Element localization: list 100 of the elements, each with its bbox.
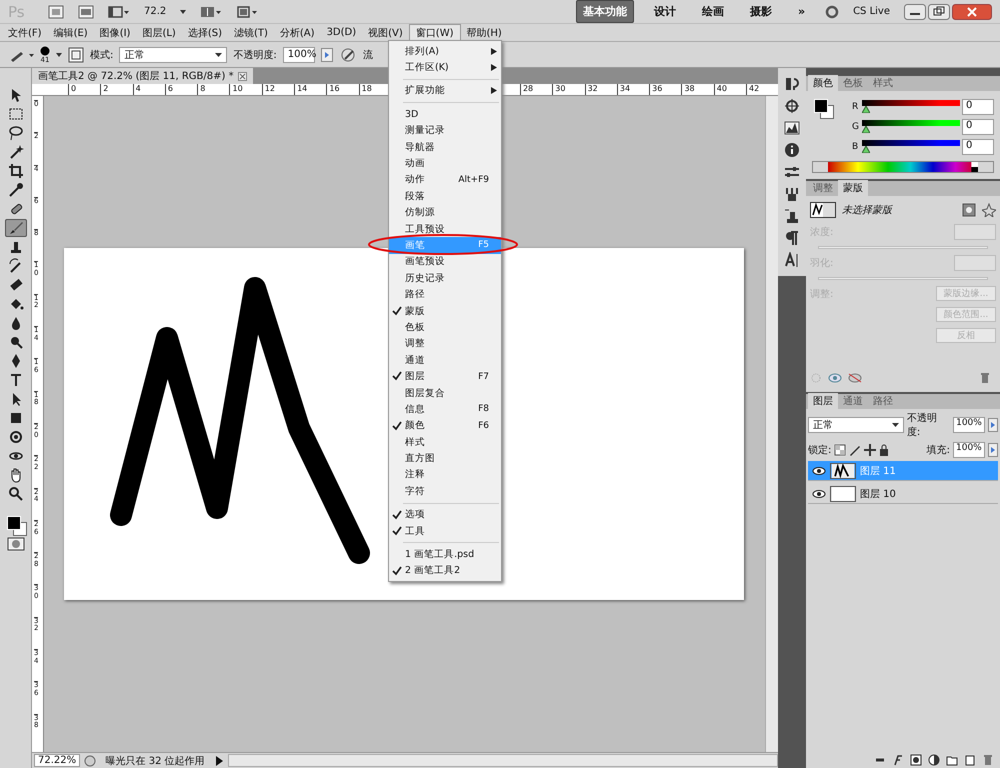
- fx-icon[interactable]: [892, 754, 904, 766]
- menu-entry[interactable]: 直方图: [389, 450, 501, 467]
- restore-icon[interactable]: [928, 4, 950, 20]
- play-icon[interactable]: [214, 754, 224, 766]
- color-slider[interactable]: [862, 140, 960, 154]
- magic-wand-icon[interactable]: [8, 144, 24, 160]
- fill-field[interactable]: 100%: [953, 442, 985, 458]
- menu-entry[interactable]: 调整: [389, 336, 501, 352]
- layer-row[interactable]: 图层 10: [808, 484, 998, 504]
- menu-entry[interactable]: 色板: [389, 319, 501, 336]
- color-slider[interactable]: [862, 100, 960, 114]
- menu-entry[interactable]: 动画: [389, 155, 501, 172]
- menu-entry[interactable]: 通道: [389, 352, 501, 368]
- eyedropper-icon[interactable]: [8, 182, 24, 198]
- menu-entry[interactable]: 工具: [389, 522, 501, 540]
- panel-tab[interactable]: 调整: [808, 180, 838, 196]
- arrow-right-icon[interactable]: [320, 48, 333, 62]
- menu-item[interactable]: 视图(V): [362, 24, 409, 40]
- cs-live-menu[interactable]: CS Live: [853, 6, 890, 17]
- trash-icon[interactable]: [982, 754, 994, 766]
- pixel-mask-icon[interactable]: [962, 203, 976, 217]
- more-workspaces-button[interactable]: »: [792, 2, 812, 21]
- eye-icon[interactable]: [812, 466, 826, 476]
- slider-thumb[interactable]: [862, 106, 870, 113]
- menu-item[interactable]: 编辑(E): [48, 24, 94, 40]
- panel-tab[interactable]: 样式: [868, 75, 898, 91]
- screen-mode-icon[interactable]: [236, 4, 258, 18]
- menu-item[interactable]: 滤镜(T): [228, 24, 274, 40]
- eraser-icon[interactable]: [8, 277, 24, 293]
- pilcrow-icon[interactable]: [784, 230, 800, 246]
- workspace-button[interactable]: 设计: [648, 1, 682, 22]
- menu-entry[interactable]: 颜色 F6: [389, 418, 501, 434]
- value-field[interactable]: [954, 224, 996, 240]
- panel-tab[interactable]: 色板: [838, 75, 868, 91]
- menu-entry[interactable]: 测量记录: [389, 122, 501, 139]
- eye-icon[interactable]: [812, 488, 826, 498]
- marquee-tool-icon[interactable]: [8, 106, 24, 122]
- lock-brush-icon[interactable]: [849, 444, 862, 456]
- menu-entry[interactable]: 图层复合: [389, 384, 501, 402]
- panel-tab[interactable]: 颜色: [808, 75, 838, 91]
- minimize-icon[interactable]: [904, 4, 926, 20]
- info-icon[interactable]: [784, 142, 800, 158]
- menu-entry[interactable]: 工具预设: [389, 220, 501, 238]
- trash-icon[interactable]: [980, 372, 990, 384]
- zoom-tool-icon[interactable]: [8, 486, 24, 502]
- brush-tip-icon[interactable]: [40, 46, 50, 56]
- close-icon[interactable]: [952, 4, 992, 20]
- menu-entry[interactable]: 扩展功能: [389, 82, 501, 100]
- panel-tab[interactable]: 蒙版: [838, 180, 868, 196]
- view-extras-icon[interactable]: [108, 4, 130, 18]
- channel-value-field[interactable]: 0: [962, 139, 994, 155]
- menu-item[interactable]: 分析(A): [274, 24, 321, 40]
- menu-entry[interactable]: 工作区(K): [389, 59, 501, 76]
- menu-entry[interactable]: 段落: [389, 188, 501, 205]
- workspace-button[interactable]: 摄影: [744, 1, 778, 22]
- caret-icon[interactable]: [56, 52, 62, 56]
- menu-entry[interactable]: 历史记录: [389, 270, 501, 286]
- menu-entry[interactable]: 图层 F7: [389, 368, 501, 385]
- brush-panel-icon[interactable]: [68, 46, 84, 62]
- menu-entry[interactable]: 画笔预设: [389, 254, 501, 270]
- color-spectrum[interactable]: [812, 161, 994, 173]
- sliders-icon[interactable]: [784, 164, 800, 180]
- lock-transparency-icon[interactable]: [834, 444, 846, 456]
- caret-icon[interactable]: [892, 423, 899, 427]
- preview-icon[interactable]: [84, 754, 96, 766]
- document-tab[interactable]: 画笔工具2 @ 72.2% (图层 11, RGB/8#) *: [32, 68, 253, 84]
- workspace-button[interactable]: 基本功能: [576, 0, 634, 23]
- adjustment-icon[interactable]: [928, 754, 940, 766]
- slider-thumb[interactable]: [862, 126, 870, 133]
- menu-item[interactable]: 帮助(H): [460, 24, 508, 40]
- zoom-field[interactable]: 72.22%: [34, 754, 80, 767]
- arrow-right-icon[interactable]: [988, 418, 998, 432]
- value-field[interactable]: [954, 255, 996, 271]
- rotate-3d-icon[interactable]: [8, 429, 24, 445]
- menu-item[interactable]: 选择(S): [182, 24, 228, 40]
- panel-tab[interactable]: 通道: [838, 393, 868, 409]
- bridge-icon[interactable]: [48, 4, 64, 18]
- menu-entry[interactable]: 2 画笔工具2: [389, 562, 501, 580]
- menu-entry[interactable]: 路径: [389, 286, 501, 303]
- blend-mode-dropdown[interactable]: 正常: [808, 417, 904, 433]
- folder-icon[interactable]: [946, 754, 958, 766]
- menu-entry[interactable]: 排列(A): [389, 43, 501, 60]
- caret-icon[interactable]: [180, 10, 186, 14]
- arrange-documents-icon[interactable]: [200, 4, 222, 18]
- ring-icon[interactable]: [825, 4, 840, 18]
- menu-entry[interactable]: 注释: [389, 466, 501, 484]
- close-icon[interactable]: [238, 72, 247, 80]
- zoom-level[interactable]: 72.2: [144, 6, 166, 17]
- arrow-right-icon[interactable]: [988, 443, 998, 457]
- menu-entry[interactable]: 选项: [389, 506, 501, 523]
- character-icon[interactable]: [784, 252, 800, 268]
- menu-entry[interactable]: 3D: [389, 106, 501, 123]
- history-brush-icon[interactable]: [8, 258, 24, 274]
- compass-icon[interactable]: [784, 98, 800, 114]
- menu-item[interactable]: 图层(L): [136, 24, 182, 40]
- channel-value-field[interactable]: 0: [962, 119, 994, 135]
- crop-tool-icon[interactable]: [8, 163, 24, 179]
- horizontal-scrollbar[interactable]: [228, 754, 778, 767]
- color-slider[interactable]: [862, 120, 960, 134]
- brush-tool-icon[interactable]: [8, 220, 24, 236]
